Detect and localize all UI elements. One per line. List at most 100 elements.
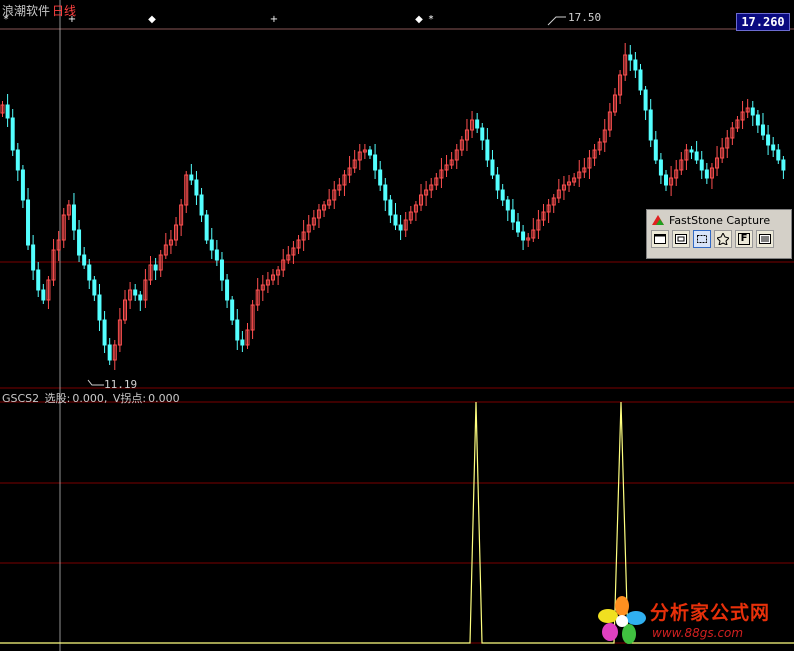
candle-body (102, 319, 107, 346)
indicator-field2-label: V拐点: (112, 392, 147, 405)
candle-body (781, 159, 786, 171)
candlestick-series (0, 43, 786, 370)
candle-body (648, 109, 653, 141)
candle-body (92, 279, 97, 296)
candle-body (755, 114, 760, 126)
candle-body (367, 149, 372, 156)
freehand-icon (717, 233, 729, 245)
candle-body (138, 294, 143, 301)
capture-rectangle-button[interactable] (693, 230, 711, 248)
fullscreen-icon: F (737, 233, 751, 245)
candle-body (235, 319, 240, 341)
indicator-field1-value: 0.000, (72, 392, 108, 405)
scrolling-icon (759, 234, 771, 244)
signal-marker: ◆ (415, 14, 423, 25)
candle-body (225, 279, 230, 301)
candle-body (766, 134, 771, 146)
candle-body (82, 254, 87, 266)
candle-body (500, 189, 505, 201)
candle-body (750, 107, 755, 116)
candle-body (505, 199, 510, 211)
candle-body (388, 199, 393, 216)
candle-body (71, 204, 76, 231)
capture-scrolling-button[interactable] (756, 230, 774, 248)
candle-body (199, 194, 204, 216)
capture-window-button[interactable] (651, 230, 669, 248)
candle-body (515, 221, 520, 233)
candle-body (209, 239, 214, 251)
candle-body (133, 289, 138, 296)
faststone-capture-toolbar[interactable]: FastStone Capture F (646, 209, 792, 259)
capture-fullscreen-button[interactable]: F (735, 230, 753, 248)
candle-body (383, 184, 388, 201)
candle-body (699, 159, 704, 171)
candle-body (664, 174, 669, 186)
watermark-logo: 分析家公式网 www.88gs.com (596, 594, 792, 649)
high-price-label: 17.50 (568, 11, 602, 24)
chart-title: 浪潮软件 日线 (2, 2, 76, 19)
indicator-field2-value: 0.000 (148, 392, 180, 405)
stock-name: 浪潮软件 (2, 4, 51, 18)
candle-body (41, 289, 46, 301)
candle-body (653, 139, 658, 161)
window-icon (654, 234, 666, 244)
candle-body (107, 344, 112, 361)
candle-body (628, 54, 633, 61)
candle-body (643, 89, 648, 111)
faststone-titlebar[interactable]: FastStone Capture (647, 210, 791, 230)
candle-body (485, 139, 490, 161)
candle-body (398, 224, 403, 231)
faststone-logo-icon (651, 214, 665, 226)
stock-chart-canvas[interactable]: * + ◆ + ◆ * (0, 0, 794, 651)
candle-body (771, 144, 776, 151)
rectangle-icon (697, 235, 707, 243)
candle-body (87, 264, 92, 281)
candle-body (10, 117, 15, 151)
candle-body (475, 119, 480, 129)
signal-marker: * (429, 14, 434, 25)
candle-body (490, 159, 495, 176)
candle-body (633, 59, 638, 71)
candle-body (638, 69, 643, 91)
candle-body (373, 154, 378, 171)
period-label[interactable]: 日线 (52, 4, 76, 18)
capture-object-button[interactable] (672, 230, 690, 248)
candle-body (194, 179, 199, 196)
candle-body (510, 209, 515, 223)
signal-marker: ◆ (148, 14, 156, 25)
candle-body (495, 174, 500, 191)
candle-body (658, 159, 663, 176)
flower-logo-icon (598, 596, 646, 644)
object-icon (675, 234, 687, 244)
candle-body (204, 214, 209, 241)
candle-body (240, 339, 245, 346)
signal-marker: + (270, 14, 278, 25)
indicator-label: GSCS2 选股: 0.000, V拐点: 0.000 (2, 390, 182, 406)
candle-body (694, 151, 699, 161)
watermark-name: 分析家公式网 (650, 602, 771, 624)
candle-body (689, 149, 694, 153)
candle-body (776, 149, 781, 161)
candle-body (15, 149, 20, 171)
candle-body (704, 169, 709, 179)
watermark-url: www.88gs.com (652, 626, 744, 640)
candle-body (77, 229, 82, 256)
candle-body (760, 124, 765, 136)
candle-body (214, 249, 219, 261)
candle-body (393, 214, 398, 226)
candle-body (521, 231, 526, 241)
indicator-field1-label: 选股: (44, 392, 71, 405)
candle-body (26, 199, 31, 246)
candle-body (5, 104, 10, 119)
candle-body (230, 299, 235, 321)
current-price-box: 17.260 (736, 13, 790, 31)
candle-body (378, 169, 383, 186)
candle-body (219, 259, 224, 281)
candle-body (189, 174, 194, 181)
candle-body (31, 244, 36, 271)
capture-freehand-button[interactable] (714, 230, 732, 248)
candle-body (480, 127, 485, 141)
candle-body (20, 169, 25, 201)
candle-body (36, 269, 41, 291)
candle-body (153, 264, 158, 271)
